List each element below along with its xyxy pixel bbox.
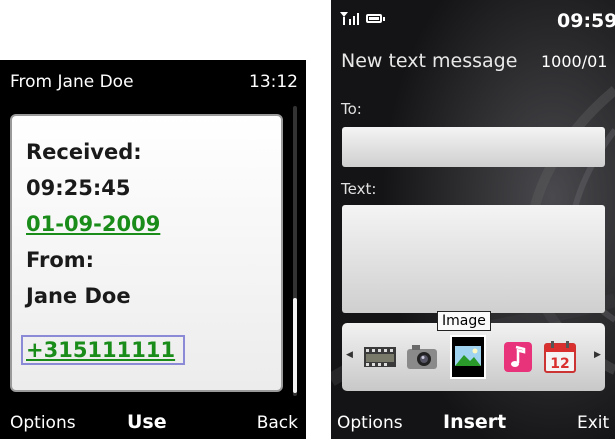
options-softkey[interactable]: Options xyxy=(337,413,403,433)
scroll-right-arrow-icon[interactable]: ▶ xyxy=(594,350,601,360)
title-bar: From Jane Doe 13:12 xyxy=(0,60,306,98)
camera-icon[interactable] xyxy=(404,339,440,375)
video-icon[interactable] xyxy=(362,339,398,375)
signal-strength-icon xyxy=(340,12,359,25)
softkey-bar: Options Insert Exit xyxy=(331,403,615,439)
battery-icon xyxy=(366,14,385,23)
scrollbar-thumb[interactable] xyxy=(293,298,297,393)
use-softkey[interactable]: Use xyxy=(127,411,167,433)
calendar-icon[interactable]: 12 xyxy=(542,339,578,375)
message-editor-screen: 09:59 New text message 1000/01 To: Text:… xyxy=(331,0,615,439)
sender-name: Jane Doe xyxy=(26,284,131,308)
status-bar: 09:59 xyxy=(331,0,615,36)
to-field[interactable] xyxy=(342,127,605,167)
screen-title: New text message xyxy=(341,50,518,72)
image-icon[interactable] xyxy=(450,335,486,379)
message-text-field[interactable] xyxy=(342,205,605,313)
received-label: Received: xyxy=(26,140,142,164)
insert-object-tray: ◀ 12 ▶ xyxy=(342,323,605,391)
message-details-card: Received: 09:25:45 01-09-2009 From: Jane… xyxy=(10,114,283,392)
insert-softkey[interactable]: Insert xyxy=(443,411,506,433)
options-softkey[interactable]: Options xyxy=(10,413,76,433)
screen-title: From Jane Doe xyxy=(10,72,134,92)
received-time: 09:25:45 xyxy=(26,176,131,200)
exit-softkey[interactable]: Exit xyxy=(577,413,609,433)
status-clock: 09:59 xyxy=(557,10,615,32)
back-softkey[interactable]: Back xyxy=(257,413,298,433)
scroll-left-arrow-icon[interactable]: ◀ xyxy=(346,350,353,360)
calendar-day: 12 xyxy=(550,356,569,372)
to-label: To: xyxy=(341,100,362,118)
status-time: 13:12 xyxy=(249,72,298,92)
softkey-bar: Options Use Back xyxy=(0,405,306,439)
music-icon[interactable] xyxy=(500,339,536,375)
character-counter: 1000/01 xyxy=(541,52,608,71)
received-date-link[interactable]: 01-09-2009 xyxy=(26,212,160,236)
insert-tooltip: Image xyxy=(437,311,491,331)
text-label: Text: xyxy=(341,180,377,198)
message-viewer-screen: From Jane Doe 13:12 Received: 09:25:45 0… xyxy=(0,60,306,439)
scrollbar[interactable] xyxy=(293,106,297,396)
from-label: From: xyxy=(26,248,95,272)
sender-phone-link[interactable]: +315111111 xyxy=(26,338,175,362)
